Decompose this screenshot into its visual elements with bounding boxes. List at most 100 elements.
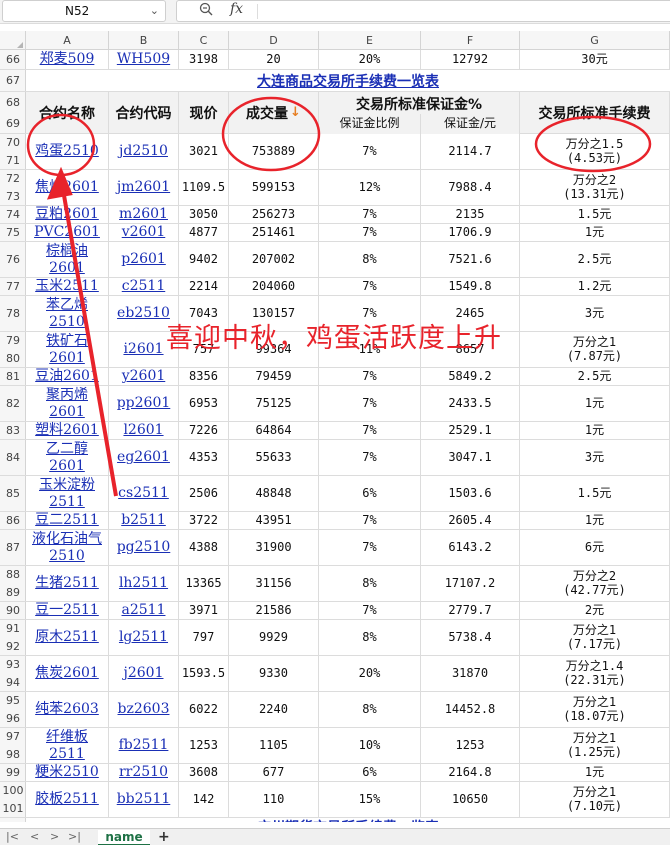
volume-cell[interactable]: 677 [229,764,319,781]
price-cell[interactable]: 1593.5 [179,656,229,691]
header-contract-code[interactable]: 合约代码 [109,92,179,133]
fee-cell[interactable]: 万分之1 (7.87元) [520,332,670,367]
contract-name-cell[interactable]: 玉米2511 [26,278,109,295]
margin-amount-cell[interactable]: 10650 [421,782,520,817]
name-box[interactable]: N52 ⌄ [2,0,166,22]
contract-name-cell[interactable]: 纯苯2603 [26,692,109,727]
header-margin-ratio[interactable]: 保证金比例 [319,114,421,134]
contract-name-cell[interactable]: 玉米淀粉 2511 [26,476,109,511]
sort-descending-icon[interactable]: ↓ [290,105,301,120]
margin-amount-cell[interactable]: 14452.8 [421,692,520,727]
price-cell[interactable]: 6953 [179,386,229,421]
fee-cell[interactable]: 1元 [520,764,670,781]
contract-code-cell[interactable]: bz2603 [109,692,179,727]
contract-name-cell[interactable]: 聚丙烯 2601 [26,386,109,421]
margin-amount-cell[interactable]: 17107.2 [421,566,520,601]
margin-ratio-cell[interactable]: 12% [319,170,421,205]
margin-ratio-cell[interactable]: 7% [319,440,421,475]
contract-name-cell[interactable]: 棕榈油 2601 [26,242,109,277]
row-number[interactable]: 78 [0,296,26,331]
contract-code-cell[interactable]: jm2601 [109,170,179,205]
margin-amount-cell[interactable]: 3047.1 [421,440,520,475]
fee-cell[interactable]: 1元 [520,386,670,421]
volume-cell[interactable]: 9929 [229,620,319,655]
fee-cell[interactable]: 1元 [520,224,670,241]
contract-code-cell[interactable]: p2601 [109,242,179,277]
margin-amount-cell[interactable]: 1253 [421,728,520,763]
price-cell[interactable]: 3971 [179,602,229,619]
row-number[interactable]: 67 [0,70,26,91]
contract-name-cell[interactable]: 豆二2511 [26,512,109,529]
margin-amount-cell[interactable]: 2164.8 [421,764,520,781]
contract-name-cell[interactable]: 铁矿石 2601 [26,332,109,367]
price-cell[interactable]: 1109.5 [179,170,229,205]
margin-ratio-cell[interactable]: 20% [319,50,421,69]
volume-cell[interactable]: 75125 [229,386,319,421]
volume-cell[interactable]: 2240 [229,692,319,727]
fee-cell[interactable]: 1元 [520,422,670,439]
volume-cell[interactable]: 64864 [229,422,319,439]
contract-code-cell[interactable]: m2601 [109,206,179,223]
volume-cell[interactable]: 79459 [229,368,319,385]
row-number[interactable]: 100 101 [0,782,26,817]
header-volume[interactable]: 成交量 ↓ [229,92,319,133]
column-header-f[interactable]: F [421,31,520,50]
row-number[interactable]: 76 [0,242,26,277]
volume-cell[interactable]: 599153 [229,170,319,205]
header-margin-group[interactable]: 交易所标准保证金% [319,92,520,114]
header-margin-amount[interactable]: 保证金/元 [421,114,520,134]
fee-cell[interactable]: 2.5元 [520,368,670,385]
contract-name-cell[interactable]: 胶板2511 [26,782,109,817]
contract-code-cell[interactable]: fb2511 [109,728,179,763]
row-number[interactable]: 79 80 [0,332,26,367]
fee-cell[interactable]: 1.5元 [520,206,670,223]
prev-sheet-icon[interactable]: < [30,829,39,845]
fee-cell[interactable]: 2.5元 [520,242,670,277]
contract-code-cell[interactable]: v2601 [109,224,179,241]
row-number[interactable]: 75 [0,224,26,241]
section-title[interactable]: 大连商品交易所手续费一览表 [26,70,670,91]
row-number[interactable]: 74 [0,206,26,223]
contract-name-cell[interactable]: 液化石油气 2510 [26,530,109,565]
contract-code-cell[interactable]: pg2510 [109,530,179,565]
column-header-b[interactable]: B [109,31,179,50]
contract-name-cell[interactable]: 粳米2510 [26,764,109,781]
price-cell[interactable]: 2214 [179,278,229,295]
margin-amount-cell[interactable]: 2135 [421,206,520,223]
row-number[interactable]: 99 [0,764,26,781]
margin-ratio-cell[interactable]: 6% [319,764,421,781]
next-sheet-icon[interactable]: > [50,829,59,845]
margin-amount-cell[interactable]: 1549.8 [421,278,520,295]
contract-name-cell[interactable]: 乙二醇 2601 [26,440,109,475]
fee-cell[interactable]: 1.5元 [520,476,670,511]
price-cell[interactable]: 3608 [179,764,229,781]
formula-input[interactable]: fx [176,0,670,22]
margin-amount-cell[interactable]: 7521.6 [421,242,520,277]
margin-ratio-cell[interactable]: 20% [319,656,421,691]
add-sheet-icon[interactable]: + [158,829,170,845]
volume-cell[interactable]: 9330 [229,656,319,691]
fee-cell[interactable]: 万分之1.5 (4.53元) [520,134,670,169]
contract-name-cell[interactable]: 鸡蛋2510 [26,134,109,169]
contract-name-cell[interactable]: 豆油2601 [26,368,109,385]
volume-cell[interactable]: 31900 [229,530,319,565]
margin-ratio-cell[interactable]: 7% [319,224,421,241]
volume-cell[interactable]: 251461 [229,224,319,241]
price-cell[interactable]: 3198 [179,50,229,69]
price-cell[interactable]: 142 [179,782,229,817]
column-header-d[interactable]: D [229,31,319,50]
volume-cell[interactable]: 20 [229,50,319,69]
header-price[interactable]: 现价 [179,92,229,133]
fee-cell[interactable]: 万分之2 (13.31元) [520,170,670,205]
fee-cell[interactable]: 3元 [520,296,670,331]
contract-code-cell[interactable]: rr2510 [109,764,179,781]
fee-cell[interactable]: 2元 [520,602,670,619]
last-sheet-icon[interactable]: >| [68,829,81,845]
row-number[interactable]: 95 96 [0,692,26,727]
margin-ratio-cell[interactable]: 7% [319,386,421,421]
price-cell[interactable]: 3722 [179,512,229,529]
margin-amount-cell[interactable]: 2779.7 [421,602,520,619]
row-number[interactable]: 88 89 [0,566,26,601]
contract-name-cell[interactable]: 豆粕2601 [26,206,109,223]
volume-cell[interactable]: 48848 [229,476,319,511]
